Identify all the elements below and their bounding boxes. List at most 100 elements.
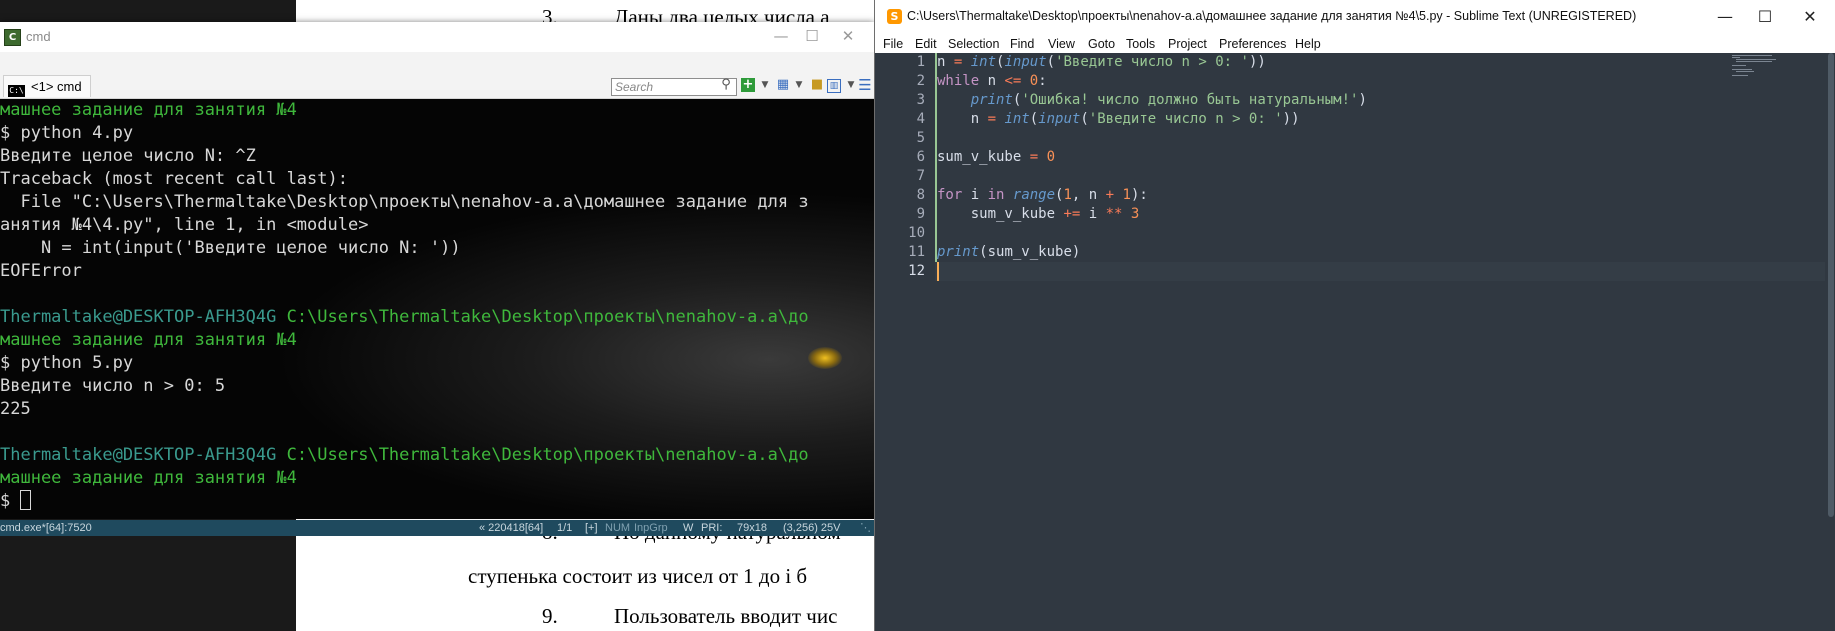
status-w: W: [683, 522, 694, 534]
line-number: 1: [916, 54, 925, 70]
code-line: n = int(input('Введите число n > 0: ')): [937, 111, 1300, 127]
doc-item-text: ступенька состоит из чисел от 1 до i б: [468, 564, 808, 588]
code-line: sum_v_kube = 0: [937, 149, 1056, 165]
maximize-button[interactable]: ☐: [797, 25, 827, 47]
status-flags: [+]: [585, 522, 598, 534]
terminal-line: $ python 4.py: [0, 122, 133, 145]
line-number: 9: [916, 206, 925, 222]
tab-cmd[interactable]: C:\ <1> cmd: [3, 75, 91, 97]
prompt-line: Thermaltake@DESKTOP-AFH3Q4G C:\Users\The…: [0, 306, 809, 329]
terminal-text: машнее задание для занятия №4: [0, 468, 297, 488]
line-number: 3: [916, 92, 925, 108]
line-number: 7: [916, 168, 925, 184]
menu-icon[interactable]: ☰: [857, 76, 873, 94]
menu-edit[interactable]: Edit: [915, 34, 937, 54]
text-caret: [937, 262, 939, 281]
code-line: print(sum_v_kube): [937, 244, 1081, 260]
terminal-line: машнее задание для занятия №4: [0, 99, 297, 122]
prompt-user: Thermaltake@DESKTOP-AFH3Q4G: [0, 307, 277, 327]
menu-tools[interactable]: Tools: [1126, 34, 1155, 54]
minimap[interactable]: [1732, 53, 1822, 83]
menu-selection[interactable]: Selection: [948, 34, 999, 54]
menu-help[interactable]: Help: [1295, 34, 1321, 54]
sublime-app-icon: S: [887, 9, 902, 24]
code-line: n = int(input('Введите число n > 0: ')): [937, 54, 1266, 70]
resize-grip-icon[interactable]: ⋱: [860, 520, 871, 536]
status-num: NUM: [605, 522, 631, 534]
line-number: 6: [916, 149, 925, 165]
split-panel-icon[interactable]: ▥: [827, 79, 841, 93]
terminal-text: Введите число n > 0: 5: [0, 376, 226, 396]
terminal-text: 225: [0, 399, 31, 419]
terminal-line: анятия №4\4.py", line 1, in <module>: [0, 214, 368, 237]
terminal-line: Traceback (most recent call last):: [0, 168, 348, 191]
terminal-text: $ python 4.py: [0, 123, 134, 143]
code-editor[interactable]: 1 2 3 4 5 6 7 8 9 10 11 12 n = int(input('Введите ч…: [875, 53, 1835, 631]
prompt-user: Thermaltake@DESKTOP-AFH3Q4G: [0, 445, 277, 465]
new-console-icon[interactable]: +: [741, 78, 755, 92]
terminal-line: Введите целое число N: ^Z: [0, 145, 256, 168]
cmd-status-bar: cmd.exe*[64]:7520 « 220418[64] 1/1 [+] N…: [0, 520, 874, 536]
lock-icon[interactable]: ■: [809, 76, 825, 94]
prompt-line: Thermaltake@DESKTOP-AFH3Q4G C:\Users\The…: [0, 444, 809, 467]
cmd-title-bar[interactable]: C cmd — ☐ ✕: [0, 22, 874, 52]
menu-goto[interactable]: Goto: [1088, 34, 1115, 54]
cmd-toolbar: C:\ <1> cmd Search ⚲ + ▼ ▦ ▼ ■ ▥ ▼ ☰: [0, 52, 874, 99]
terminal-text: N = int(input('Введите целое число N: ')…: [0, 238, 461, 258]
cmd-window-title: cmd: [26, 29, 51, 44]
terminal-line: File "C:\Users\Thermaltake\Desktop\проек…: [0, 191, 808, 214]
current-line-highlight: [875, 262, 1825, 281]
close-button[interactable]: ✕: [1790, 4, 1830, 30]
terminal-line: машнее задание для занятия №4: [0, 329, 297, 352]
terminal-text: Введите целое число N: ^Z: [0, 146, 256, 166]
window-layout-icon[interactable]: ▦: [775, 76, 791, 94]
status-console-pos: 1/1: [557, 522, 573, 534]
code-line: for i in range(1, n + 1):: [937, 187, 1148, 203]
terminal-text: анятия №4\4.py", line 1, in <module>: [0, 215, 369, 235]
sublime-window-title: C:\Users\Thermaltake\Desktop\проекты\nen…: [907, 9, 1637, 23]
maximize-button[interactable]: ☐: [1745, 4, 1785, 30]
menu-preferences[interactable]: Preferences: [1219, 34, 1286, 54]
terminal-line: N = int(input('Введите целое число N: ')…: [0, 237, 461, 260]
doc-item-text: Пользователь вводит чис: [614, 604, 838, 628]
sublime-window: S C:\Users\Thermaltake\Desktop\проекты\n…: [874, 0, 1835, 631]
terminal-text: $ python 5.py: [0, 353, 134, 373]
terminal-text: Traceback (most recent call last):: [0, 169, 348, 189]
minimize-button[interactable]: —: [1705, 4, 1745, 30]
line-number: 10: [908, 225, 925, 241]
close-button[interactable]: ✕: [833, 25, 863, 47]
line-number: 4: [916, 111, 925, 127]
status-pri: PRI:: [701, 522, 723, 534]
menu-project[interactable]: Project: [1168, 34, 1207, 54]
terminal-output[interactable]: машнее задание для занятия №4 $ python 4.…: [0, 99, 874, 519]
line-number: 8: [916, 187, 925, 203]
layout-dropdown-icon[interactable]: ▼: [791, 76, 807, 94]
terminal-text: EOFError: [0, 261, 82, 281]
terminal-line: 225: [0, 398, 31, 421]
code-line: sum_v_kube += i ** 3: [937, 206, 1140, 222]
cmd-window: C cmd — ☐ ✕ C:\ <1> cmd Search ⚲ + ▼ ▦ ▼ …: [0, 22, 874, 536]
status-cursor: (3,256) 25V: [783, 522, 841, 534]
new-console-dropdown-icon[interactable]: ▼: [757, 76, 773, 94]
menu-bar: File Edit Selection Find View Goto Tools…: [875, 34, 1835, 55]
line-number-gutter: 1 2 3 4 5 6 7 8 9 10 11 12: [875, 53, 935, 631]
terminal-text: машнее задание для занятия №4: [0, 330, 297, 350]
menu-find[interactable]: Find: [1010, 34, 1034, 54]
minimize-button[interactable]: —: [766, 25, 796, 47]
status-size: 79x18: [737, 522, 767, 534]
line-number: 5: [916, 130, 925, 146]
terminal-text: машнее задание для занятия №4: [0, 100, 297, 120]
status-inpgrp: InpGrp: [634, 522, 668, 534]
wallpaper-highlight: [808, 347, 842, 369]
sublime-title-bar[interactable]: S C:\Users\Thermaltake\Desktop\проекты\n…: [875, 0, 1835, 34]
menu-file[interactable]: File: [883, 34, 903, 54]
line-number: 2: [916, 73, 925, 89]
code-line: while n <= 0:: [937, 73, 1047, 89]
menu-view[interactable]: View: [1048, 34, 1075, 54]
terminal-line: машнее задание для занятия №4: [0, 467, 297, 490]
code-line: [937, 262, 939, 283]
prompt-path: C:\Users\Thermaltake\Desktop\проекты\nen…: [276, 307, 809, 327]
terminal-line: $ python 5.py: [0, 352, 133, 375]
search-icon[interactable]: ⚲: [718, 76, 734, 94]
vertical-scrollbar[interactable]: [1828, 53, 1834, 517]
